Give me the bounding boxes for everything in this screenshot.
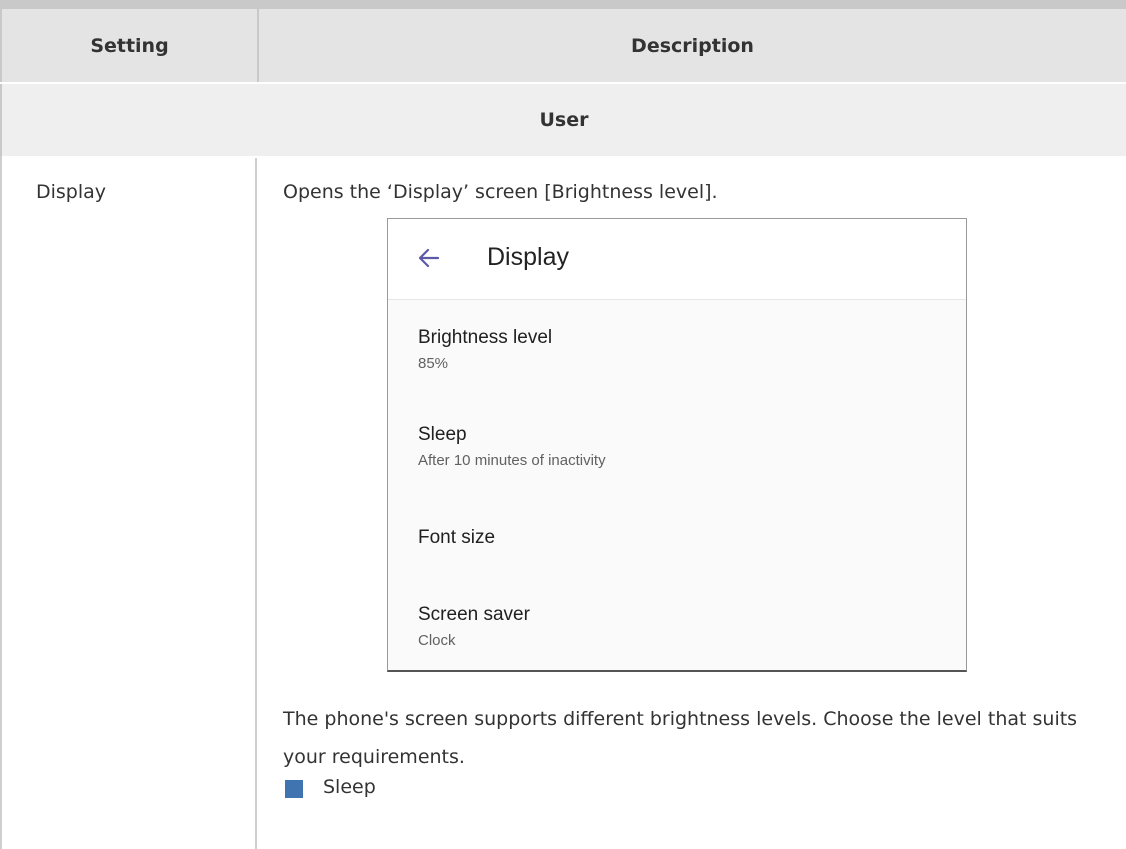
document-page: Setting Description User Display Opens t… [0, 0, 1126, 849]
settings-item-title: Font size [418, 527, 496, 548]
settings-item-subtitle: After 10 minutes of inactivity [418, 452, 606, 469]
table-left-border [0, 156, 2, 849]
column-divider-body [255, 158, 257, 849]
settings-item-subtitle: 85% [418, 355, 449, 372]
settings-item-sleep[interactable]: Sleep After 10 minutes of inactivity [418, 423, 606, 472]
display-screen-screenshot: Display Brightness level 85% Sleep After… [387, 218, 967, 672]
arrow-left-icon[interactable] [416, 245, 442, 271]
table-top-border [0, 0, 1126, 9]
column-header-setting: Setting [90, 34, 169, 57]
bullet-square-icon [285, 780, 303, 798]
settings-item-subtitle: Clock [418, 632, 456, 649]
settings-item-title: Screen saver [418, 604, 530, 625]
settings-item-font-size[interactable]: Font size [418, 526, 495, 550]
description-paragraph: The phone's screen supports different br… [283, 708, 1078, 768]
section-header-user: User [0, 84, 1126, 156]
table-header-row: Setting Description [0, 9, 1126, 82]
settings-item-title: Brightness level [418, 327, 553, 348]
description-intro: Opens the ‘Display’ screen [Brightness l… [283, 181, 718, 203]
settings-item-title: Sleep [418, 424, 467, 445]
bullet-item-sleep: Sleep [323, 776, 376, 798]
screen-app-bar: Display [388, 219, 966, 300]
setting-name-cell: Display [36, 181, 107, 203]
settings-item-screen-saver[interactable]: Screen saver Clock [418, 603, 530, 652]
column-header-description: Description [631, 34, 754, 57]
settings-item-brightness[interactable]: Brightness level 85% [418, 326, 552, 375]
screen-title: Display [487, 243, 569, 271]
